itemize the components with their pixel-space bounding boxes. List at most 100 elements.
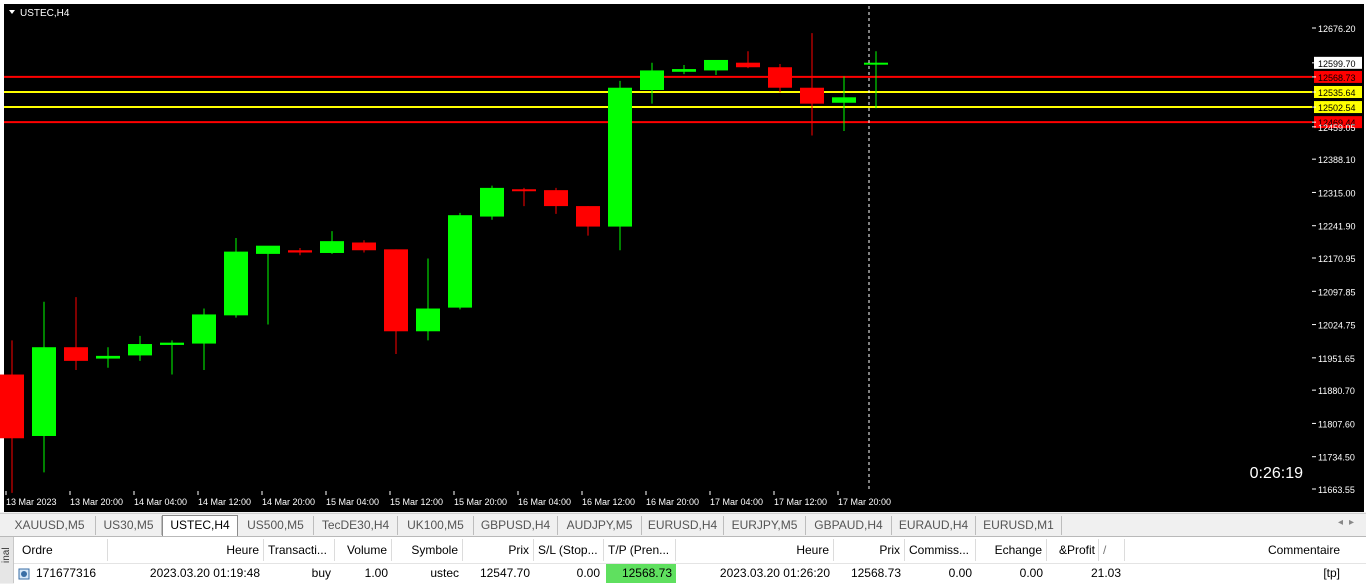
- col-header-heure-close[interactable]: Heure: [676, 539, 834, 561]
- cell-ordre: 171677316: [36, 566, 97, 580]
- candle-body-20: [640, 70, 664, 91]
- price-tick-label-10: 12170.95: [1318, 254, 1356, 264]
- col-header-prix-close[interactable]: Prix: [834, 539, 905, 561]
- time-tick-label-4: 14 Mar 20:00: [262, 497, 315, 507]
- candle-body-9: [288, 250, 312, 253]
- candle-body-27: [864, 62, 888, 65]
- candle-body-11: [352, 242, 376, 251]
- col-header-transaction[interactable]: Transacti...: [264, 539, 335, 561]
- candle-body-17: [544, 190, 568, 207]
- candle-body-0: [0, 374, 24, 439]
- closed-order-icon: [18, 568, 30, 580]
- tab-uk100-m5[interactable]: UK100,M5: [398, 516, 474, 535]
- price-tick-label-1: 12599.70: [1318, 59, 1356, 69]
- col-header-ordre[interactable]: Ordre: [14, 539, 108, 561]
- price-tick-label-7: 12388.10: [1318, 155, 1356, 165]
- col-header-echange[interactable]: Echange: [976, 539, 1047, 561]
- col-header-heure[interactable]: Heure: [108, 539, 264, 561]
- tab-xauusd-m5[interactable]: XAUUSD,M5: [4, 516, 96, 535]
- candle-body-12: [384, 249, 408, 332]
- cell-prix-close: 12568.73: [850, 566, 901, 580]
- chevron-left-icon[interactable]: ◂: [1338, 517, 1349, 528]
- price-label-13: 11951.65: [1312, 354, 1355, 364]
- col-header-sl[interactable]: S/L (Stop...: [534, 539, 604, 561]
- tab-us500-m5[interactable]: US500,M5: [238, 516, 314, 535]
- candle-body-2: [64, 347, 88, 361]
- tab-audjpy-m5[interactable]: AUDJPY,M5: [558, 516, 642, 535]
- time-tick-label-12: 17 Mar 12:00: [774, 497, 827, 507]
- chart-symbol-label[interactable]: USTEC,H4: [20, 8, 70, 19]
- price-tick-label-3: 12535.64: [1318, 88, 1356, 98]
- time-tick-label-1: 13 Mar 20:00: [70, 497, 123, 507]
- cell-prix: 12547.70: [479, 566, 530, 580]
- time-tick-label-13: 17 Mar 20:00: [838, 497, 891, 507]
- col-header-commentaire[interactable]: Commentaire: [1125, 539, 1344, 561]
- candle-body-10: [320, 241, 344, 253]
- candle-body-15: [480, 187, 504, 217]
- tab-gbpaud-h4[interactable]: GBPAUD,H4: [806, 516, 892, 535]
- price-tick-label-2: 12568.73: [1318, 73, 1356, 83]
- time-tick-label-7: 15 Mar 20:00: [454, 497, 507, 507]
- price-label-6: 12459.05: [1312, 123, 1356, 133]
- candle-body-3: [96, 355, 120, 359]
- tab-tecde30-h4[interactable]: TecDE30,H4: [314, 516, 398, 535]
- candle-body-7: [224, 251, 248, 316]
- time-tick-label-0: 13 Mar 2023: [6, 497, 57, 507]
- tab-eurusd-h4[interactable]: EURUSD,H4: [642, 516, 724, 535]
- price-label-7: 12388.10: [1312, 155, 1356, 165]
- cell-sl: 0.00: [576, 566, 600, 580]
- bar-countdown-timer: 0:26:19: [1250, 465, 1303, 482]
- tab-eurjpy-m5[interactable]: EURJPY,M5: [724, 516, 806, 535]
- terminal-panel: inal Ordre Heure Transacti... Volume Sym…: [0, 537, 1366, 584]
- col-header-tp[interactable]: T/P (Pren...: [604, 539, 676, 561]
- candle-body-25: [800, 87, 824, 104]
- tab-ustec-h4[interactable]: USTEC,H4: [162, 515, 238, 536]
- candle-body-24: [768, 67, 792, 88]
- col-header-prix[interactable]: Prix: [463, 539, 534, 561]
- price-label-11: 12097.85: [1312, 287, 1356, 297]
- chevron-right-icon[interactable]: ▸: [1349, 517, 1360, 528]
- candle-body-13: [416, 308, 440, 332]
- price-tick-label-9: 12241.90: [1318, 222, 1356, 232]
- time-tick-label-6: 15 Mar 12:00: [390, 497, 443, 507]
- cell-transaction: buy: [311, 566, 331, 580]
- price-label-4: 12502.54: [1312, 101, 1362, 114]
- sort-indicator: /: [1099, 539, 1125, 561]
- col-header-symbole[interactable]: Symbole: [392, 539, 463, 561]
- history-table-row[interactable]: 171677316 2023.03.20 01:19:48 buy 1.00 u…: [14, 563, 1366, 584]
- candle-body-18: [576, 206, 600, 227]
- col-header-profit[interactable]: &Profit: [1047, 539, 1099, 561]
- col-header-volume[interactable]: Volume: [335, 539, 392, 561]
- price-tick-label-0: 12676.20: [1318, 24, 1356, 34]
- terminal-side-label: inal: [1, 547, 12, 563]
- price-label-8: 12315.00: [1312, 188, 1356, 198]
- time-tick-label-3: 14 Mar 12:00: [198, 497, 251, 507]
- candlestick-chart[interactable]: 12676.20 12599.70 12568.73 12535.64 12502.54…: [0, 0, 1366, 512]
- time-tick-label-2: 14 Mar 04:00: [134, 497, 187, 507]
- cell-symbole: ustec: [430, 566, 459, 580]
- tab-us30-m5[interactable]: US30,M5: [96, 516, 162, 535]
- cell-volume: 1.00: [364, 566, 388, 580]
- tab-eurusd-m1[interactable]: EURUSD,M1: [976, 516, 1062, 535]
- tab-gbpusd-h4[interactable]: GBPUSD,H4: [474, 516, 558, 535]
- price-tick-label-6: 12459.05: [1318, 123, 1356, 133]
- cell-commission: 0.00: [948, 566, 972, 580]
- candle-body-21: [672, 69, 696, 72]
- chart-window[interactable]: 12676.20 12599.70 12568.73 12535.64 12502.54…: [0, 0, 1366, 512]
- price-tick-label-17: 11663.55: [1318, 485, 1355, 495]
- candle-body-5: [160, 342, 184, 345]
- cell-profit: 21.03: [1090, 566, 1121, 580]
- price-tick-label-14: 11880.70: [1318, 386, 1355, 396]
- price-tick-label-11: 12097.85: [1318, 287, 1356, 297]
- price-label-14: 11880.70: [1312, 386, 1355, 396]
- col-header-commission[interactable]: Commiss...: [905, 539, 976, 561]
- price-label-10: 12170.95: [1312, 254, 1356, 264]
- price-label-2: 12568.73: [1312, 70, 1362, 83]
- price-label-0: 12676.20: [1312, 24, 1356, 34]
- candle-body-6: [192, 314, 216, 344]
- tab-scroll-arrows[interactable]: ◂▸: [1338, 517, 1360, 528]
- terminal-side-tab[interactable]: inal: [0, 537, 14, 583]
- candle-body-14: [448, 215, 472, 308]
- candle-body-26: [832, 97, 856, 103]
- tab-euraud-h4[interactable]: EURAUD,H4: [892, 516, 976, 535]
